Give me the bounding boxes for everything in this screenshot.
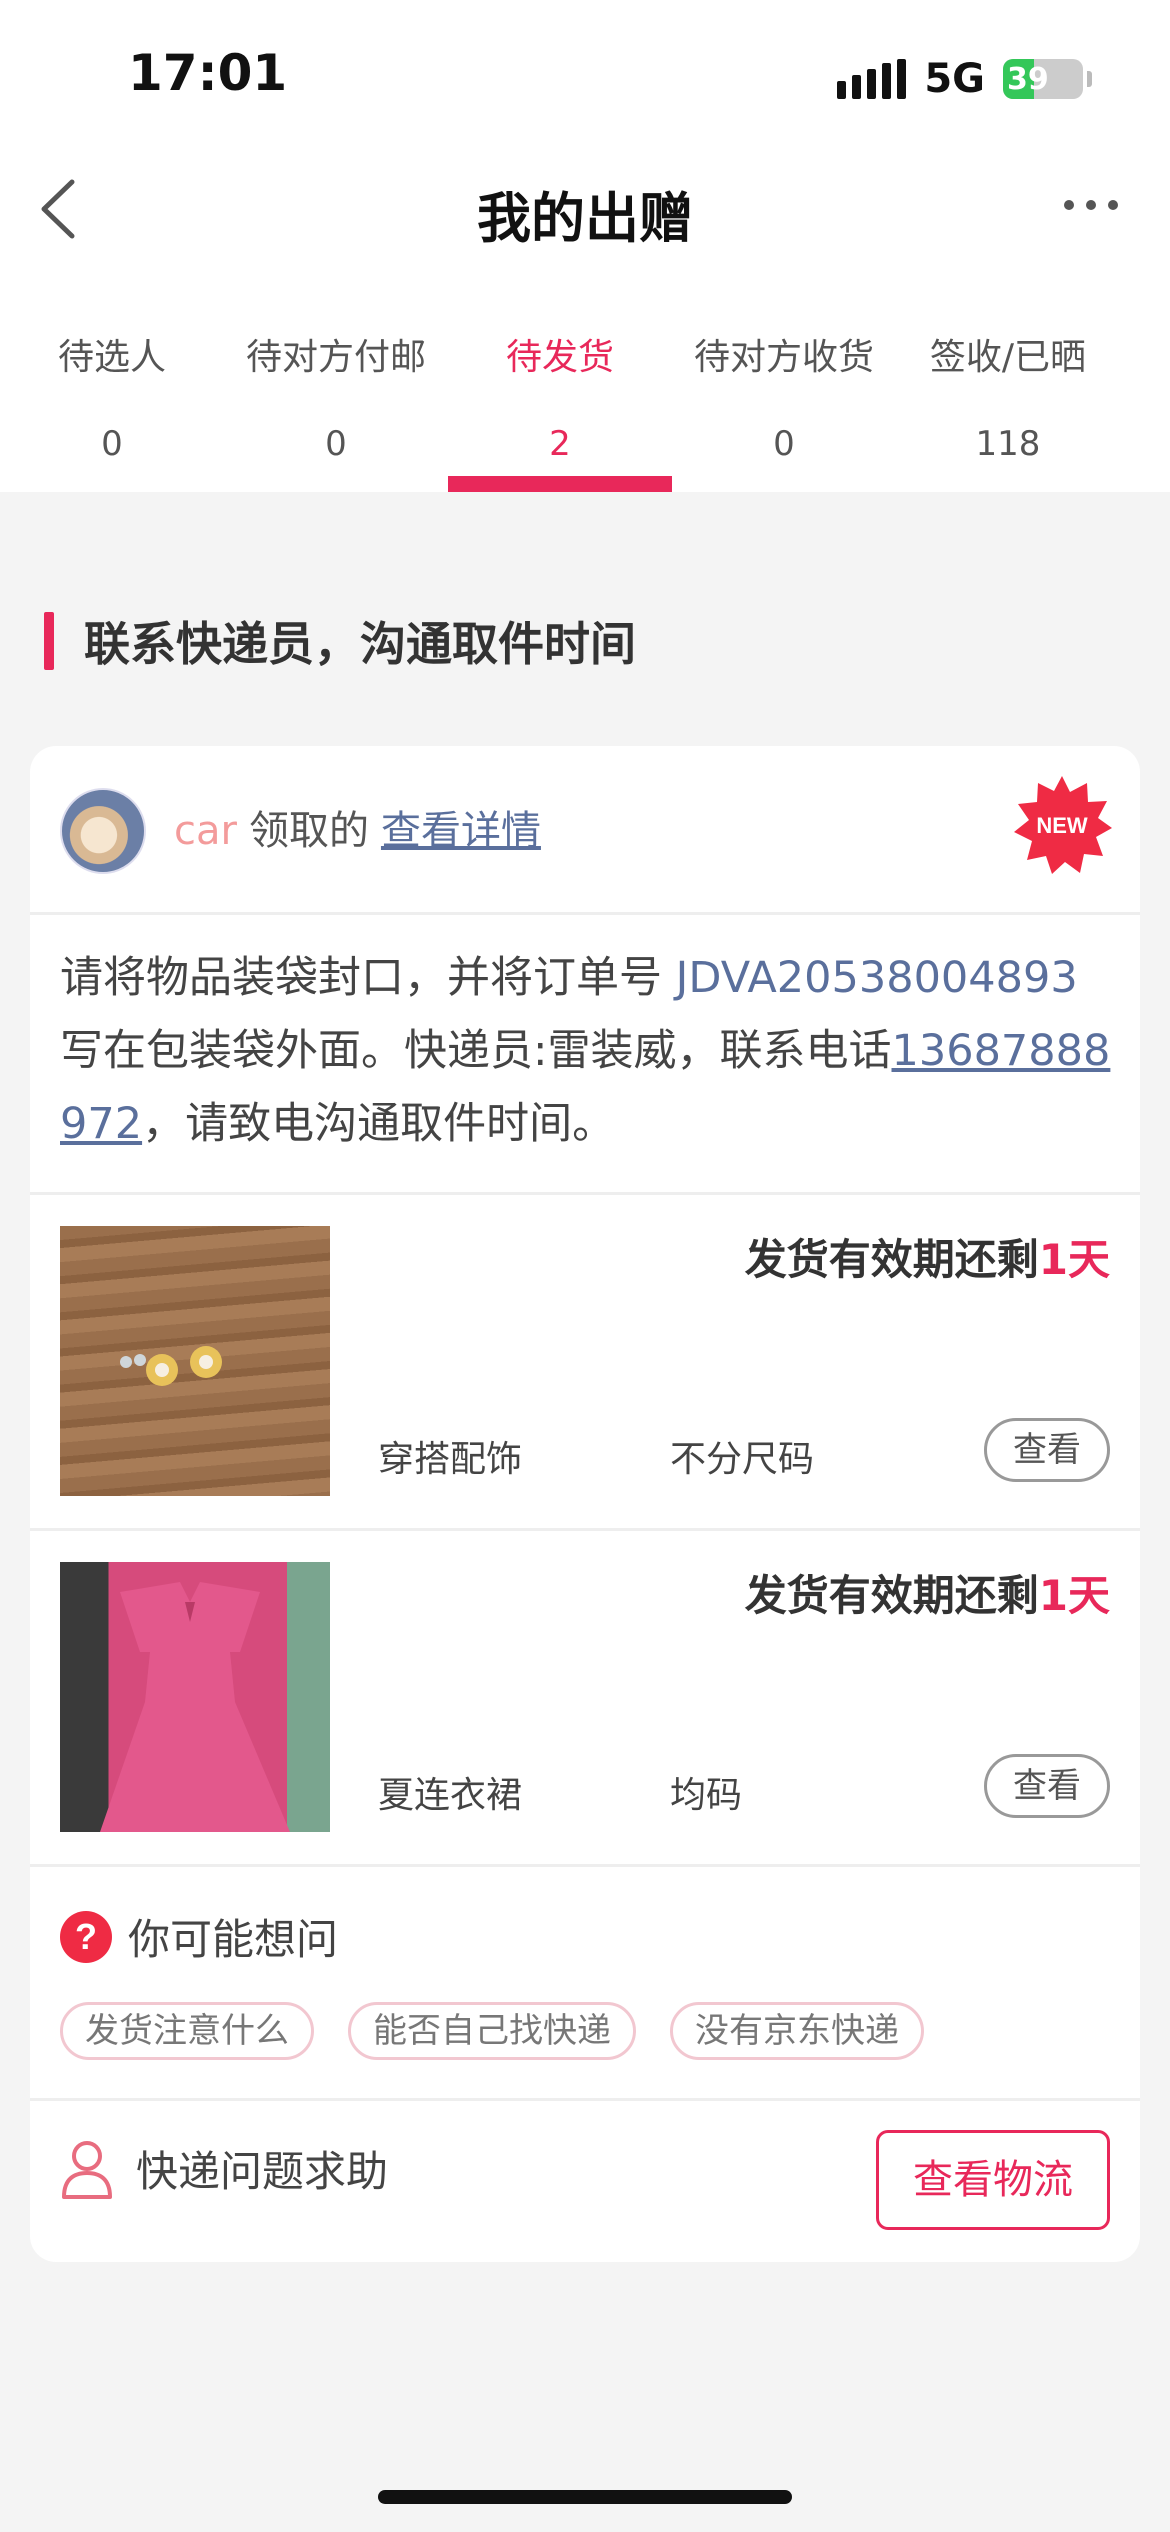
battery-icon: 39 [1003,59,1083,99]
signal-icon [837,59,907,99]
ship-deadline: 发货有效期还剩1天 [745,1226,1110,1287]
list-item: 发货有效期还剩1天 夏连衣裙 均码 查看 [30,1532,1140,1866]
item-category: 穿搭配饰 [378,1439,523,1480]
ship-deadline: 发货有效期还剩1天 [745,1562,1110,1623]
faq-chip[interactable]: 发货注意什么 [60,2002,314,2060]
tab-pending-ship[interactable]: 待发货 2 [448,320,672,492]
battery-tip [1087,71,1092,87]
tab-label: 待发货 [505,337,614,378]
status-icons: 5G 39 [837,56,1092,102]
tab-count: 0 [773,424,795,464]
instruction-text: 写在包装袋外面。快递员:雷装威，联系电话 [60,1026,892,1076]
view-button[interactable]: 查看 [984,1754,1110,1818]
item-category: 夏连衣裙 [378,1775,523,1816]
claim-line: car 领取的 查看详情 [174,798,541,856]
home-indicator [378,2490,792,2504]
tab-pending-postage[interactable]: 待对方付邮 0 [224,320,448,492]
tab-label: 签收/已晒 [929,337,1087,378]
status-tabs: 待选人 0 待对方付邮 0 待发货 2 待对方收货 0 签收/已晒 118 [0,320,1170,492]
item-size: 不分尺码 [670,1439,815,1480]
tab-count: 0 [101,424,123,464]
battery-percent: 39 [1007,61,1049,97]
divider [30,2098,1140,2101]
view-button[interactable]: 查看 [984,1418,1110,1482]
deadline-days: 1天 [1038,1571,1110,1620]
tab-received-shared[interactable]: 签收/已晒 118 [896,320,1120,492]
deadline-days: 1天 [1038,1235,1110,1284]
view-details-link[interactable]: 查看详情 [381,798,541,856]
tab-count: 118 [975,424,1041,464]
svg-text:?: ? [75,1916,97,1957]
instruction-text: ，请致电沟通取件时间。 [142,1099,616,1149]
item-photo[interactable] [60,1226,330,1496]
new-badge-icon: NEW [1014,776,1112,874]
divider [30,912,1140,915]
section-title: 联系快递员，沟通取件时间 [84,617,636,671]
divider [30,1192,1140,1195]
order-number[interactable]: JDVA20538004893 [676,953,1078,1003]
order-card: car 领取的 查看详情 NEW 请将物品装袋封口，并将订单号 JDVA2053… [30,746,1140,2262]
faq-chips: 发货注意什么 能否自己找快递 没有京东快递 [60,2002,924,2060]
courier-help-label: 快递问题求助 [136,2147,389,2196]
tab-label: 待对方付邮 [245,337,426,378]
divider [30,1528,1140,1531]
status-time: 17:01 [128,44,288,102]
avatar[interactable] [60,788,146,874]
divider [30,1864,1140,1867]
faq-chip[interactable]: 没有京东快递 [670,2002,924,2060]
item-photo[interactable] [60,1562,330,1832]
view-logistics-button[interactable]: 查看物流 [876,2130,1110,2230]
instruction-text: 请将物品装袋封口，并将订单号 [60,953,676,1003]
question-icon: ? [60,1910,112,1963]
faq-title: 你可能想问 [128,1915,339,1964]
section-accent-bar [44,612,54,670]
shipping-instruction: 请将物品装袋封口，并将订单号 JDVA20538004893 写在包装袋外面。快… [60,942,1112,1161]
section-heading: 联系快递员，沟通取件时间 [44,608,636,674]
person-icon [62,2140,112,2199]
claimer-name[interactable]: car [174,808,237,854]
tab-label: 待对方收货 [693,337,874,378]
earring-image [120,1346,222,1386]
tab-count: 2 [549,424,571,464]
item-size: 均码 [670,1775,743,1816]
deadline-label: 发货有效期还剩 [744,1571,1039,1620]
courier-help[interactable]: 快递问题求助 [60,2138,388,2199]
claim-text: 领取的 [248,808,369,854]
dress-image [100,1582,290,1832]
new-badge-label: NEW [1036,813,1088,838]
more-icon[interactable] [1064,200,1118,210]
tab-pending-select[interactable]: 待选人 0 [0,320,224,492]
list-item: 发货有效期还剩1天 穿搭配饰 不分尺码 查看 [30,1196,1140,1530]
network-label: 5G [924,56,985,102]
faq-heading: ? 你可能想问 [60,1906,338,1967]
tab-pending-receive[interactable]: 待对方收货 0 [672,320,896,492]
tab-count: 0 [325,424,347,464]
page-title: 我的出赠 [477,187,693,250]
tab-label: 待选人 [57,337,166,378]
deadline-label: 发货有效期还剩 [744,1235,1039,1284]
faq-chip[interactable]: 能否自己找快递 [348,2002,636,2060]
